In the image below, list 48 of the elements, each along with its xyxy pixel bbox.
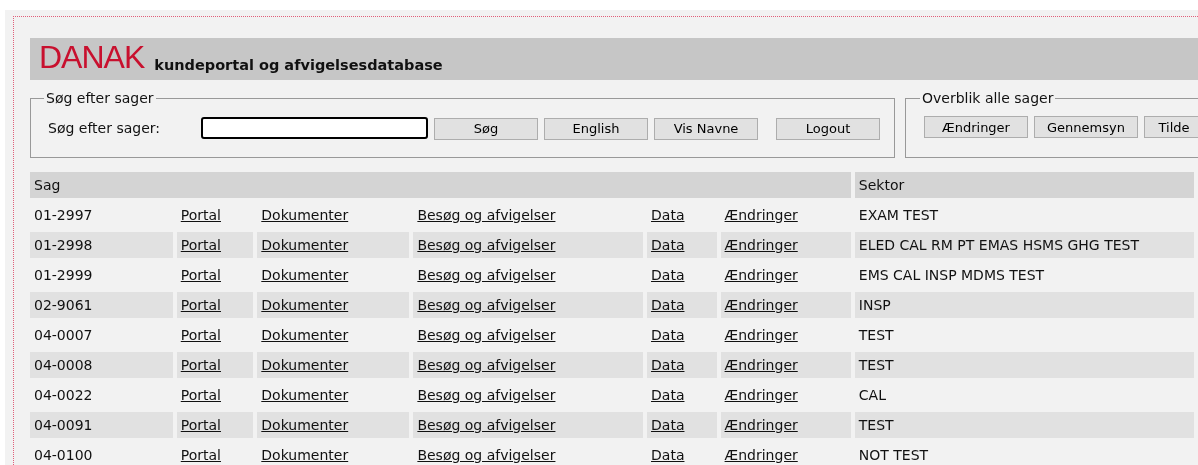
button[interactable]: Tilde — [1144, 116, 1198, 138]
column-header: Sektor — [854, 172, 1194, 198]
table-link[interactable]: Data — [651, 326, 685, 343]
table-link[interactable]: Ændringer — [724, 386, 798, 403]
table-link[interactable]: Dokumenter — [261, 446, 349, 463]
table-link[interactable]: Dokumenter — [261, 386, 349, 403]
table-link[interactable]: Ændringer — [724, 206, 798, 223]
panel-legend: Overblik alle sager — [920, 88, 1056, 109]
sector-cell: TEST — [854, 352, 1194, 378]
table-link[interactable]: Portal — [180, 386, 221, 403]
case-number: 02-9061 — [30, 292, 173, 318]
case-number: 04-0091 — [30, 412, 173, 438]
table-link[interactable]: Ændringer — [724, 446, 798, 463]
table-link[interactable]: Data — [651, 266, 685, 283]
case-number: 01-2998 — [30, 232, 173, 258]
table-link[interactable]: Besøg og afvigelser — [417, 266, 556, 283]
table-link[interactable]: Portal — [180, 326, 221, 343]
table-link[interactable]: Data — [651, 206, 685, 223]
table-link[interactable]: Besøg og afvigelser — [417, 326, 556, 343]
table-link[interactable]: Besøg og afvigelser — [417, 206, 556, 223]
button[interactable]: Søg — [434, 117, 538, 140]
sector-cell: TEST — [854, 412, 1194, 438]
button[interactable]: Logout — [776, 117, 880, 140]
table-link[interactable]: Data — [651, 446, 685, 463]
button[interactable]: Gennemsyn — [1034, 116, 1138, 138]
search-label: Søg efter sager: — [48, 118, 161, 138]
table-link[interactable]: Besøg og afvigelser — [417, 386, 556, 403]
logo: DANAK — [39, 41, 145, 73]
column-header: Sag — [30, 172, 851, 198]
button[interactable]: English — [544, 117, 648, 140]
page-title: kundeportal og afvigelsesdatabase — [154, 57, 443, 73]
panel-legend: Søg efter sager — [44, 88, 156, 109]
table-link[interactable]: Ændringer — [724, 266, 798, 283]
table-link[interactable]: Portal — [180, 266, 221, 283]
table-link[interactable]: Besøg og afvigelser — [417, 446, 556, 463]
table-link[interactable]: Dokumenter — [261, 326, 349, 343]
table-link[interactable]: Portal — [180, 446, 221, 463]
button[interactable]: Vis Navne — [654, 117, 758, 140]
case-number: 04-0008 — [30, 352, 173, 378]
table-link[interactable]: Data — [651, 386, 685, 403]
table-link[interactable]: Ændringer — [724, 326, 798, 343]
sector-cell: INSP — [854, 292, 1194, 318]
table-link[interactable]: Dokumenter — [261, 266, 349, 283]
search-field[interactable] — [201, 117, 428, 139]
sector-cell: ELED CAL RM PT EMAS HSMS GHG TEST — [854, 232, 1194, 258]
table-link[interactable]: Portal — [180, 206, 221, 223]
table-link[interactable]: Dokumenter — [261, 206, 349, 223]
button[interactable]: Ændringer — [924, 116, 1028, 138]
